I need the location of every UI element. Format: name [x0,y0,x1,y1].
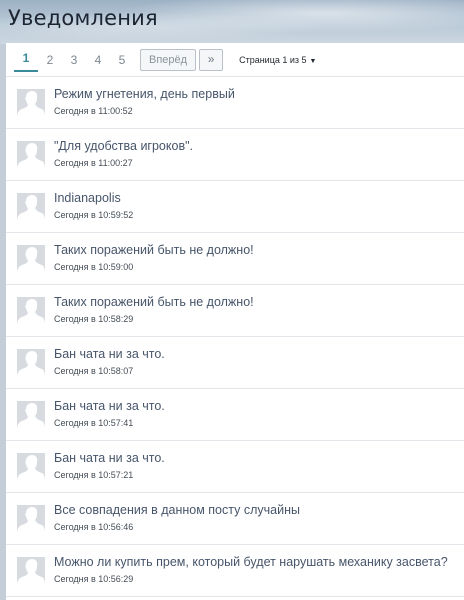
avatar[interactable] [17,193,45,221]
notification-title-link[interactable]: Таких поражений быть не должно! [54,295,254,309]
double-chevron-right-icon: » [207,51,215,66]
notification-item: Таких поражений быть не должно! Сегодня … [6,233,464,285]
user-silhouette-icon [17,141,45,169]
notification-time: Сегодня в 10:57:41 [54,418,134,428]
user-silhouette-icon [17,89,45,117]
user-silhouette-icon [17,193,45,221]
notification-item: Indianapolis Сегодня в 10:59:52 [6,181,464,233]
notification-title-link[interactable]: Можно ли купить прем, который будет нару… [54,555,448,569]
avatar[interactable] [17,453,45,481]
notification-item: Бан чата ни за что. Сегодня в 10:57:21 [6,441,464,493]
avatar[interactable] [17,89,45,117]
notification-title-link[interactable]: "Для удобства игроков". [54,139,193,153]
avatar[interactable] [17,557,45,585]
pagination: 1 2 3 4 5 Вперёд » Страница 1 из 5 ▼ [6,43,464,77]
avatar[interactable] [17,141,45,169]
page-selector[interactable]: Страница 1 из 5 ▼ [239,55,316,65]
page-5-link[interactable]: 5 [110,50,134,70]
notification-time: Сегодня в 10:58:29 [54,314,134,324]
notification-item: Режим угнетения, день первый Сегодня в 1… [6,77,464,129]
avatar[interactable] [17,349,45,377]
notification-title-link[interactable]: Бан чата ни за что. [54,399,165,413]
notification-time: Сегодня в 10:56:46 [54,522,134,532]
notification-time: Сегодня в 10:59:00 [54,262,134,272]
notification-item: Бан чата ни за что. Сегодня в 10:57:41 [6,389,464,441]
page-info-label: Страница 1 из 5 [239,54,307,65]
user-silhouette-icon [17,401,45,429]
notification-title-link[interactable]: Все совпадения в данном посту случайны [54,503,300,517]
user-silhouette-icon [17,505,45,533]
notification-time: Сегодня в 10:58:07 [54,366,134,376]
notification-time: Сегодня в 10:59:52 [54,210,134,220]
notification-title-link[interactable]: Indianapolis [54,191,121,205]
user-silhouette-icon [17,557,45,585]
notification-item: Таких поражений быть не должно! Сегодня … [6,285,464,337]
avatar[interactable] [17,505,45,533]
user-silhouette-icon [17,349,45,377]
notification-title-link[interactable]: Таких поражений быть не должно! [54,243,254,257]
user-silhouette-icon [17,245,45,273]
page-title: Уведомления [8,6,158,30]
notification-time: Сегодня в 10:57:21 [54,470,134,480]
page-4-link[interactable]: 4 [86,50,110,70]
page-2-link[interactable]: 2 [38,50,62,70]
page-1-link[interactable]: 1 [14,48,38,72]
avatar[interactable] [17,245,45,273]
notification-title-link[interactable]: Режим угнетения, день первый [54,87,235,101]
notifications-panel: 1 2 3 4 5 Вперёд » Страница 1 из 5 ▼ Режи… [6,43,464,600]
next-page-button[interactable]: Вперёд [140,48,197,71]
caret-down-icon: ▼ [309,57,317,65]
notification-time: Сегодня в 10:56:29 [54,574,134,584]
notification-item: Все совпадения в данном посту случайны С… [6,493,464,545]
notification-list: Режим угнетения, день первый Сегодня в 1… [6,77,464,597]
notification-item: Бан чата ни за что. Сегодня в 10:58:07 [6,337,464,389]
page-3-link[interactable]: 3 [62,50,86,70]
last-page-button[interactable]: » [199,48,224,71]
avatar[interactable] [17,401,45,429]
user-silhouette-icon [17,453,45,481]
notification-item: Можно ли купить прем, который будет нару… [6,545,464,597]
notification-item: "Для удобства игроков". Сегодня в 11:00:… [6,129,464,181]
notification-title-link[interactable]: Бан чата ни за что. [54,451,165,465]
avatar[interactable] [17,297,45,325]
notification-time: Сегодня в 11:00:27 [54,158,133,168]
user-silhouette-icon [17,297,45,325]
notification-time: Сегодня в 11:00:52 [54,106,133,116]
notification-title-link[interactable]: Бан чата ни за что. [54,347,165,361]
